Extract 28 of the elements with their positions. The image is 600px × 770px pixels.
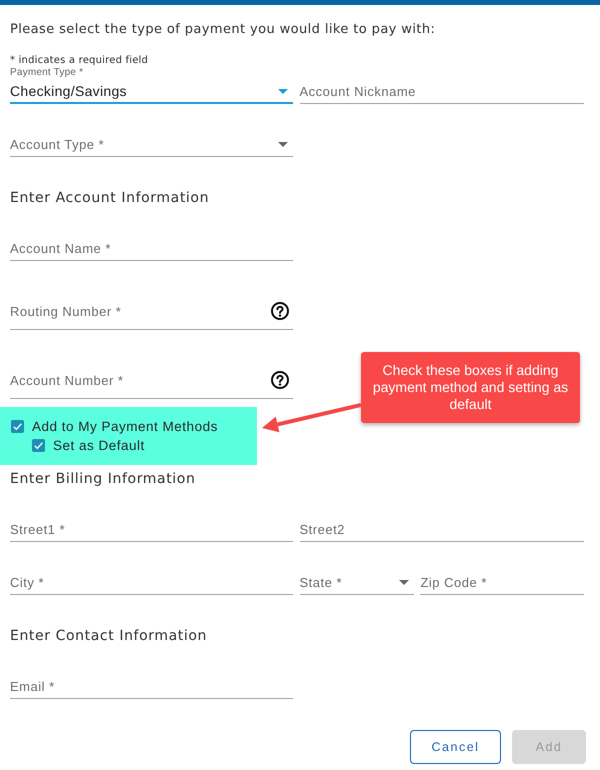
text-field[interactable]: Email * (10, 662, 293, 699)
text-field[interactable]: Street1 * (10, 505, 293, 542)
text-field[interactable]: Account Number * (10, 346, 293, 399)
dropdown-field[interactable]: State * (300, 558, 414, 595)
cancel-button[interactable]: Cancel (410, 730, 501, 764)
text-field[interactable]: Zip Code * (420, 558, 584, 595)
text-field[interactable]: Street2 (300, 505, 584, 542)
instruction-text: Please select the type of payment you would like to pay with: (10, 21, 436, 39)
checkbox-label[interactable]: Add to My Payment Methods (32, 419, 218, 434)
section-heading: Enter Account Information (10, 189, 210, 208)
required-field-note: * indicates a required field (10, 54, 150, 67)
checkbox[interactable] (32, 439, 45, 452)
checkbox[interactable] (11, 420, 24, 433)
text-field[interactable]: Routing Number * (10, 277, 293, 330)
section-heading: Enter Contact Information (10, 627, 208, 646)
section-heading: Enter Billing Information (10, 470, 196, 489)
annotation-callout: Check these boxes if adding payment method and setting as default (361, 352, 580, 423)
caret-icon (278, 142, 288, 146)
text-field[interactable]: Account Nickname (300, 67, 584, 104)
caret-icon (398, 580, 409, 584)
text-field[interactable]: City * (10, 558, 293, 595)
checkbox-label[interactable]: Set as Default (53, 438, 145, 453)
dropdown-field[interactable]: Account Type * (10, 120, 293, 157)
help-icon[interactable] (271, 371, 289, 389)
text-field[interactable]: Account Name * (10, 224, 293, 261)
dropdown-field[interactable]: Payment Type * Checking/Savings (10, 67, 293, 104)
caret-icon (278, 88, 288, 94)
help-icon[interactable] (271, 302, 289, 320)
